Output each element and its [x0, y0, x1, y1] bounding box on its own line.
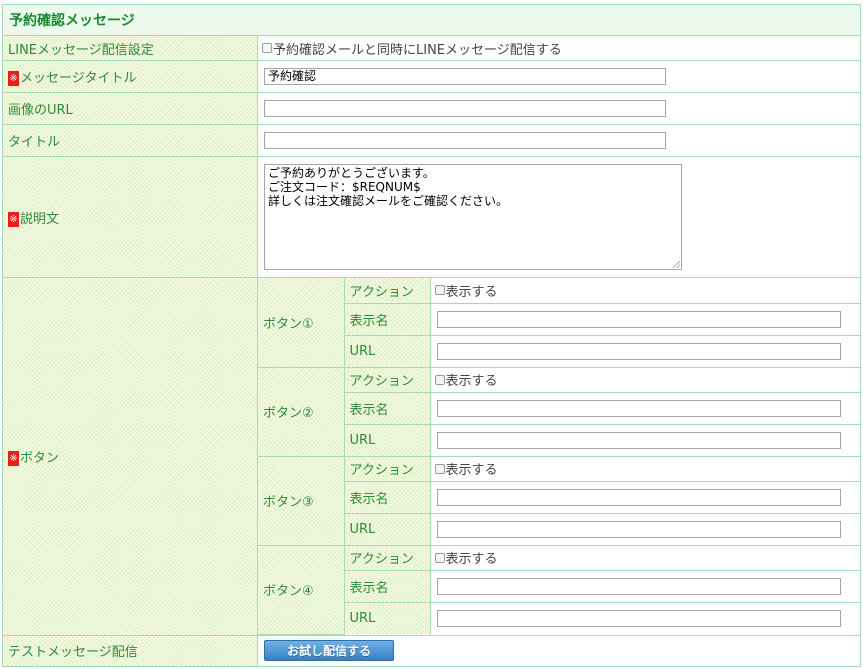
button-3-action-cell: 表示する	[429, 455, 861, 482]
buttons-label: ボタン	[20, 450, 60, 466]
button-1-url-cell	[429, 334, 861, 368]
button-3-show-checkbox[interactable]	[434, 463, 445, 474]
button-2-url-input[interactable]	[436, 431, 841, 449]
button-3-url-input[interactable]	[436, 520, 841, 538]
buttons-cell: ボタン① アクション 表示する 表示名 URL ボタン② アクション 表示する	[256, 277, 862, 636]
required-mark: ※	[8, 71, 19, 86]
test-message-label: テストメッセージ配信	[2, 634, 258, 667]
button-1-action-label: アクション	[343, 278, 431, 304]
line-setting-label: LINEメッセージ配信設定	[2, 35, 258, 61]
button-2-action-label: アクション	[343, 366, 431, 393]
buttons-label-cell: ※ ボタン	[2, 277, 258, 636]
button-4-url-cell	[429, 601, 861, 634]
message-title-input[interactable]: 予約確認	[264, 68, 666, 85]
settings-table: 予約確認メッセージ LINEメッセージ配信設定 予約確認メールと同時にLINEメ…	[1, 4, 862, 667]
button-2-display-name-label: 表示名	[344, 391, 431, 425]
button-3-action-label: アクション	[343, 455, 431, 482]
image-url-cell	[256, 92, 862, 125]
buttons-table: ボタン① アクション 表示する 表示名 URL ボタン② アクション 表示する	[258, 278, 861, 635]
button-4-url-label: URL	[344, 601, 431, 634]
button-2-url-cell	[429, 423, 861, 457]
image-url-label: 画像のURL	[2, 92, 258, 125]
button-1-show-checkbox[interactable]	[434, 285, 445, 296]
button-2-name: ボタン②	[258, 366, 345, 457]
button-4-show-checkbox[interactable]	[434, 552, 445, 563]
button-2-show-checkbox[interactable]	[434, 374, 445, 385]
button-4-name: ボタン④	[258, 544, 345, 635]
title-cell	[256, 124, 862, 157]
button-3-display-name-input[interactable]	[436, 488, 841, 506]
button-1-url-label: URL	[344, 334, 431, 368]
button-2-url-label: URL	[344, 423, 431, 457]
button-1-action-cell: 表示する	[429, 278, 861, 304]
button-3-show-label[interactable]: 表示する	[446, 463, 498, 478]
button-3-url-cell	[429, 512, 861, 546]
resize-grip-icon[interactable]	[673, 261, 680, 268]
button-1-display-name-label: 表示名	[344, 302, 431, 336]
button-3-display-name-label: 表示名	[344, 480, 431, 514]
line-send-checkbox[interactable]	[262, 43, 272, 53]
line-send-checkbox-label[interactable]: 予約確認メールと同時にLINEメッセージ配信する	[273, 43, 562, 58]
description-text: ご予約ありがとうございます。 ご注文コード：$REQNUM$ 詳しくは注文確認メ…	[268, 166, 509, 208]
button-4-url-input[interactable]	[436, 609, 841, 627]
button-1-display-name-input[interactable]	[436, 310, 841, 328]
message-title-label-cell: ※ メッセージタイトル	[2, 60, 258, 93]
image-url-input[interactable]	[264, 100, 666, 117]
button-1-url-input[interactable]	[436, 342, 841, 360]
button-4-action-cell: 表示する	[429, 544, 861, 571]
description-cell: ご予約ありがとうございます。 ご注文コード：$REQNUM$ 詳しくは注文確認メ…	[256, 156, 862, 278]
title-input[interactable]	[264, 132, 666, 149]
button-2-display-name-cell	[429, 391, 861, 425]
button-4-display-name-cell	[429, 569, 861, 603]
required-mark: ※	[8, 450, 19, 466]
message-title-cell: 予約確認	[256, 60, 862, 93]
line-setting-cell: 予約確認メールと同時にLINEメッセージ配信する	[256, 35, 862, 61]
message-title-label: メッセージタイトル	[20, 71, 137, 86]
section-title: 予約確認メッセージ	[9, 13, 135, 29]
description-label: 説明文	[20, 211, 60, 227]
button-3-url-label: URL	[344, 512, 431, 546]
button-4-display-name-label: 表示名	[344, 569, 431, 603]
button-3-display-name-cell	[429, 480, 861, 514]
button-2-show-label[interactable]: 表示する	[446, 374, 498, 389]
test-message-cell: お試し配信する	[256, 634, 862, 667]
button-2-action-cell: 表示する	[429, 366, 861, 393]
button-1-show-label[interactable]: 表示する	[446, 285, 498, 300]
button-4-show-label[interactable]: 表示する	[446, 552, 498, 567]
description-label-cell: ※ 説明文	[2, 156, 258, 278]
settings-panel: 予約確認メッセージ LINEメッセージ配信設定 予約確認メールと同時にLINEメ…	[1, 4, 862, 667]
button-3-name: ボタン③	[258, 455, 345, 546]
description-textarea[interactable]: ご予約ありがとうございます。 ご注文コード：$REQNUM$ 詳しくは注文確認メ…	[264, 164, 682, 270]
button-1-display-name-cell	[429, 302, 861, 336]
title-label: タイトル	[2, 124, 258, 157]
test-send-button[interactable]: お試し配信する	[264, 640, 394, 661]
button-1-name: ボタン①	[258, 278, 345, 368]
required-mark: ※	[8, 211, 19, 227]
button-4-display-name-input[interactable]	[436, 577, 841, 595]
section-header: 予約確認メッセージ	[1, 4, 862, 36]
button-2-display-name-input[interactable]	[436, 399, 841, 417]
button-4-action-label: アクション	[343, 544, 431, 571]
